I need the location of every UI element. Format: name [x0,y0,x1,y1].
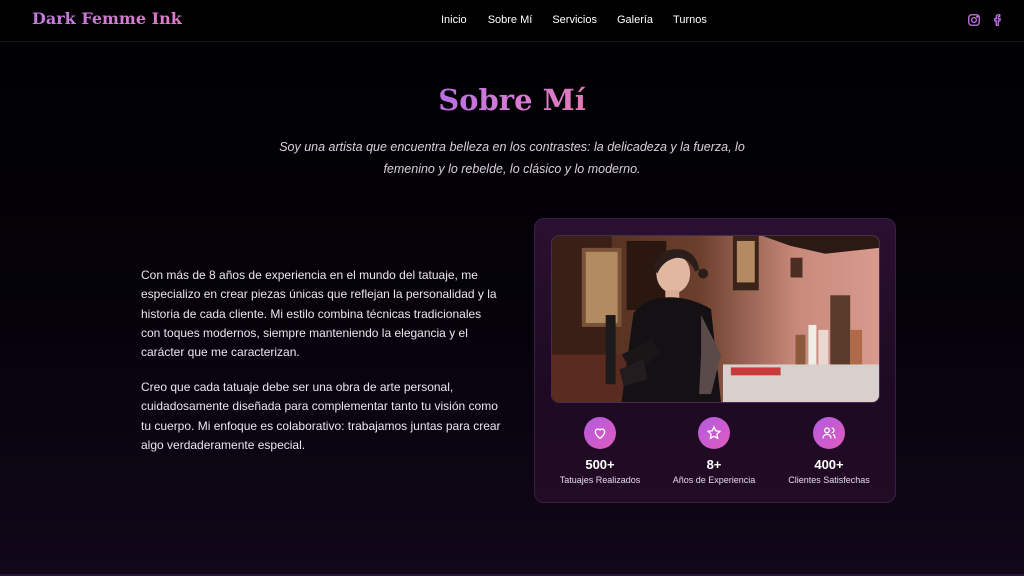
nav-link-inicio[interactable]: Inicio [441,14,467,26]
top-navbar: Dark Femme Ink Inicio Sobre Mí Servicios… [0,0,1024,42]
stat-value: 400+ [814,457,844,472]
artist-photo [551,235,880,403]
stat-clients: 400+ Clientes Satisfechas [774,417,884,485]
stat-label: Tatuajes Realizados [559,475,641,485]
nav-link-turnos[interactable]: Turnos [673,14,707,26]
stat-value: 500+ [585,457,615,472]
stat-tattoos: 500+ Tatuajes Realizados [545,417,655,485]
stat-label: Años de Experiencia [672,475,756,485]
intro-text: Soy una artista que encuentra belleza en… [279,140,745,176]
instagram-icon[interactable] [967,13,981,27]
nav-link-sobre-mi[interactable]: Sobre Mí [488,14,533,26]
star-icon [698,417,730,449]
about-paragraph-1: Con más de 8 años de experiencia en el m… [141,268,497,360]
section-title: Sobre Mí [438,83,586,117]
brand-logo[interactable]: Dark Femme Ink [32,9,182,28]
about-paragraph-2: Creo que cada tatuaje debe ser una obra … [141,380,501,452]
heart-icon [584,417,616,449]
stat-experience: 8+ Años de Experiencia [659,417,769,485]
stat-label: Clientes Satisfechas [788,475,870,485]
nav-link-galeria[interactable]: Galería [617,14,653,26]
main-menu: Inicio Sobre Mí Servicios Galería Turnos [441,14,707,26]
artist-card: 500+ Tatuajes Realizados 8+ Años de Expe… [534,218,896,503]
facebook-icon[interactable] [991,13,1005,27]
nav-link-servicios[interactable]: Servicios [552,14,597,26]
users-icon [813,417,845,449]
stat-value: 8+ [706,457,722,472]
